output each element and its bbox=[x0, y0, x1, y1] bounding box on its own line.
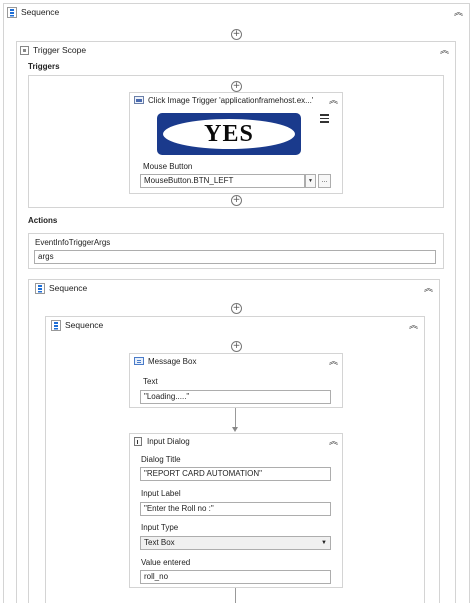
mouse-button-dropdown[interactable]: ▼ bbox=[305, 174, 316, 188]
outer-sequence-title: Sequence bbox=[21, 7, 60, 17]
trigger-scope-header[interactable]: Trigger Scope ︽ bbox=[17, 42, 455, 58]
mouse-button-field[interactable]: MouseButton.BTN_LEFT bbox=[140, 174, 305, 188]
input-dialog-header[interactable]: Input Dialog ︽ bbox=[130, 434, 342, 448]
nested-sequence-title: Sequence bbox=[65, 320, 104, 330]
trigger-scope-icon bbox=[20, 45, 29, 55]
triggers-label: Triggers bbox=[28, 62, 60, 71]
click-image-trigger-title: Click Image Trigger 'applicationframehos… bbox=[148, 95, 314, 105]
connector-line bbox=[235, 588, 236, 603]
message-box-icon bbox=[134, 357, 144, 365]
add-trigger-below-icon[interactable]: + bbox=[231, 195, 242, 206]
input-type-label: Input Type bbox=[141, 523, 179, 532]
args-type-label: EventInfoTriggerArgs bbox=[35, 238, 111, 247]
outer-sequence-header[interactable]: Sequence ︽ bbox=[4, 4, 469, 20]
dialog-title-field[interactable]: "REPORT CARD AUTOMATION" bbox=[140, 467, 331, 481]
collapse-icon[interactable]: ︽ bbox=[329, 434, 338, 447]
mouse-button-browse-button[interactable]: ... bbox=[318, 174, 331, 188]
sequence-icon bbox=[35, 282, 45, 294]
args-field[interactable]: args bbox=[34, 250, 436, 264]
yes-button-image: YES bbox=[161, 117, 297, 151]
add-activity-icon[interactable]: + bbox=[231, 303, 242, 314]
collapse-icon[interactable]: ︽ bbox=[329, 354, 338, 367]
sequence-icon bbox=[51, 319, 61, 331]
input-label-field[interactable]: "Enter the Roll no :" bbox=[140, 502, 331, 516]
mouse-button-label: Mouse Button bbox=[143, 162, 193, 171]
sequence-icon bbox=[7, 6, 17, 18]
chevron-down-icon: ▼ bbox=[308, 178, 313, 184]
value-entered-label: Value entered bbox=[141, 558, 191, 567]
inner-sequence-title: Sequence bbox=[49, 283, 88, 293]
collapse-icon[interactable]: ︽ bbox=[424, 281, 433, 294]
add-activity-icon[interactable]: + bbox=[231, 29, 242, 40]
message-text-label: Text bbox=[143, 377, 158, 386]
input-type-value: Text Box bbox=[144, 538, 175, 547]
collapse-icon[interactable]: ︽ bbox=[409, 318, 418, 331]
chevron-down-icon: ▼ bbox=[321, 540, 327, 546]
collapse-icon[interactable]: ︽ bbox=[454, 5, 463, 18]
message-box-header[interactable]: Message Box ︽ bbox=[130, 354, 342, 368]
image-text: YES bbox=[204, 120, 254, 147]
connector-line bbox=[235, 408, 236, 427]
nested-sequence-header[interactable]: Sequence ︽ bbox=[46, 317, 424, 333]
message-box-title: Message Box bbox=[148, 356, 197, 366]
add-activity-icon[interactable]: + bbox=[231, 341, 242, 352]
value-entered-field[interactable]: roll_no bbox=[140, 570, 331, 584]
message-text-field[interactable]: "Loading....." bbox=[140, 390, 331, 404]
hamburger-menu-icon[interactable] bbox=[320, 114, 329, 123]
connector-arrow bbox=[232, 427, 238, 432]
input-type-select[interactable]: Text Box ▼ bbox=[140, 536, 331, 550]
inner-sequence-header[interactable]: Sequence ︽ bbox=[29, 280, 439, 296]
dialog-title-label: Dialog Title bbox=[141, 455, 181, 464]
collapse-icon[interactable]: ︽ bbox=[440, 43, 449, 56]
trigger-scope-title: Trigger Scope bbox=[33, 45, 87, 55]
input-dialog-icon bbox=[134, 436, 142, 446]
input-label-label: Input Label bbox=[141, 489, 181, 498]
click-image-icon bbox=[134, 96, 144, 104]
input-dialog-title: Input Dialog bbox=[147, 436, 190, 446]
collapse-icon[interactable]: ︽ bbox=[329, 93, 338, 106]
add-trigger-icon[interactable]: + bbox=[231, 81, 242, 92]
click-image-trigger-header[interactable]: Click Image Trigger 'applicationframehos… bbox=[130, 93, 342, 107]
actions-label: Actions bbox=[28, 216, 58, 225]
